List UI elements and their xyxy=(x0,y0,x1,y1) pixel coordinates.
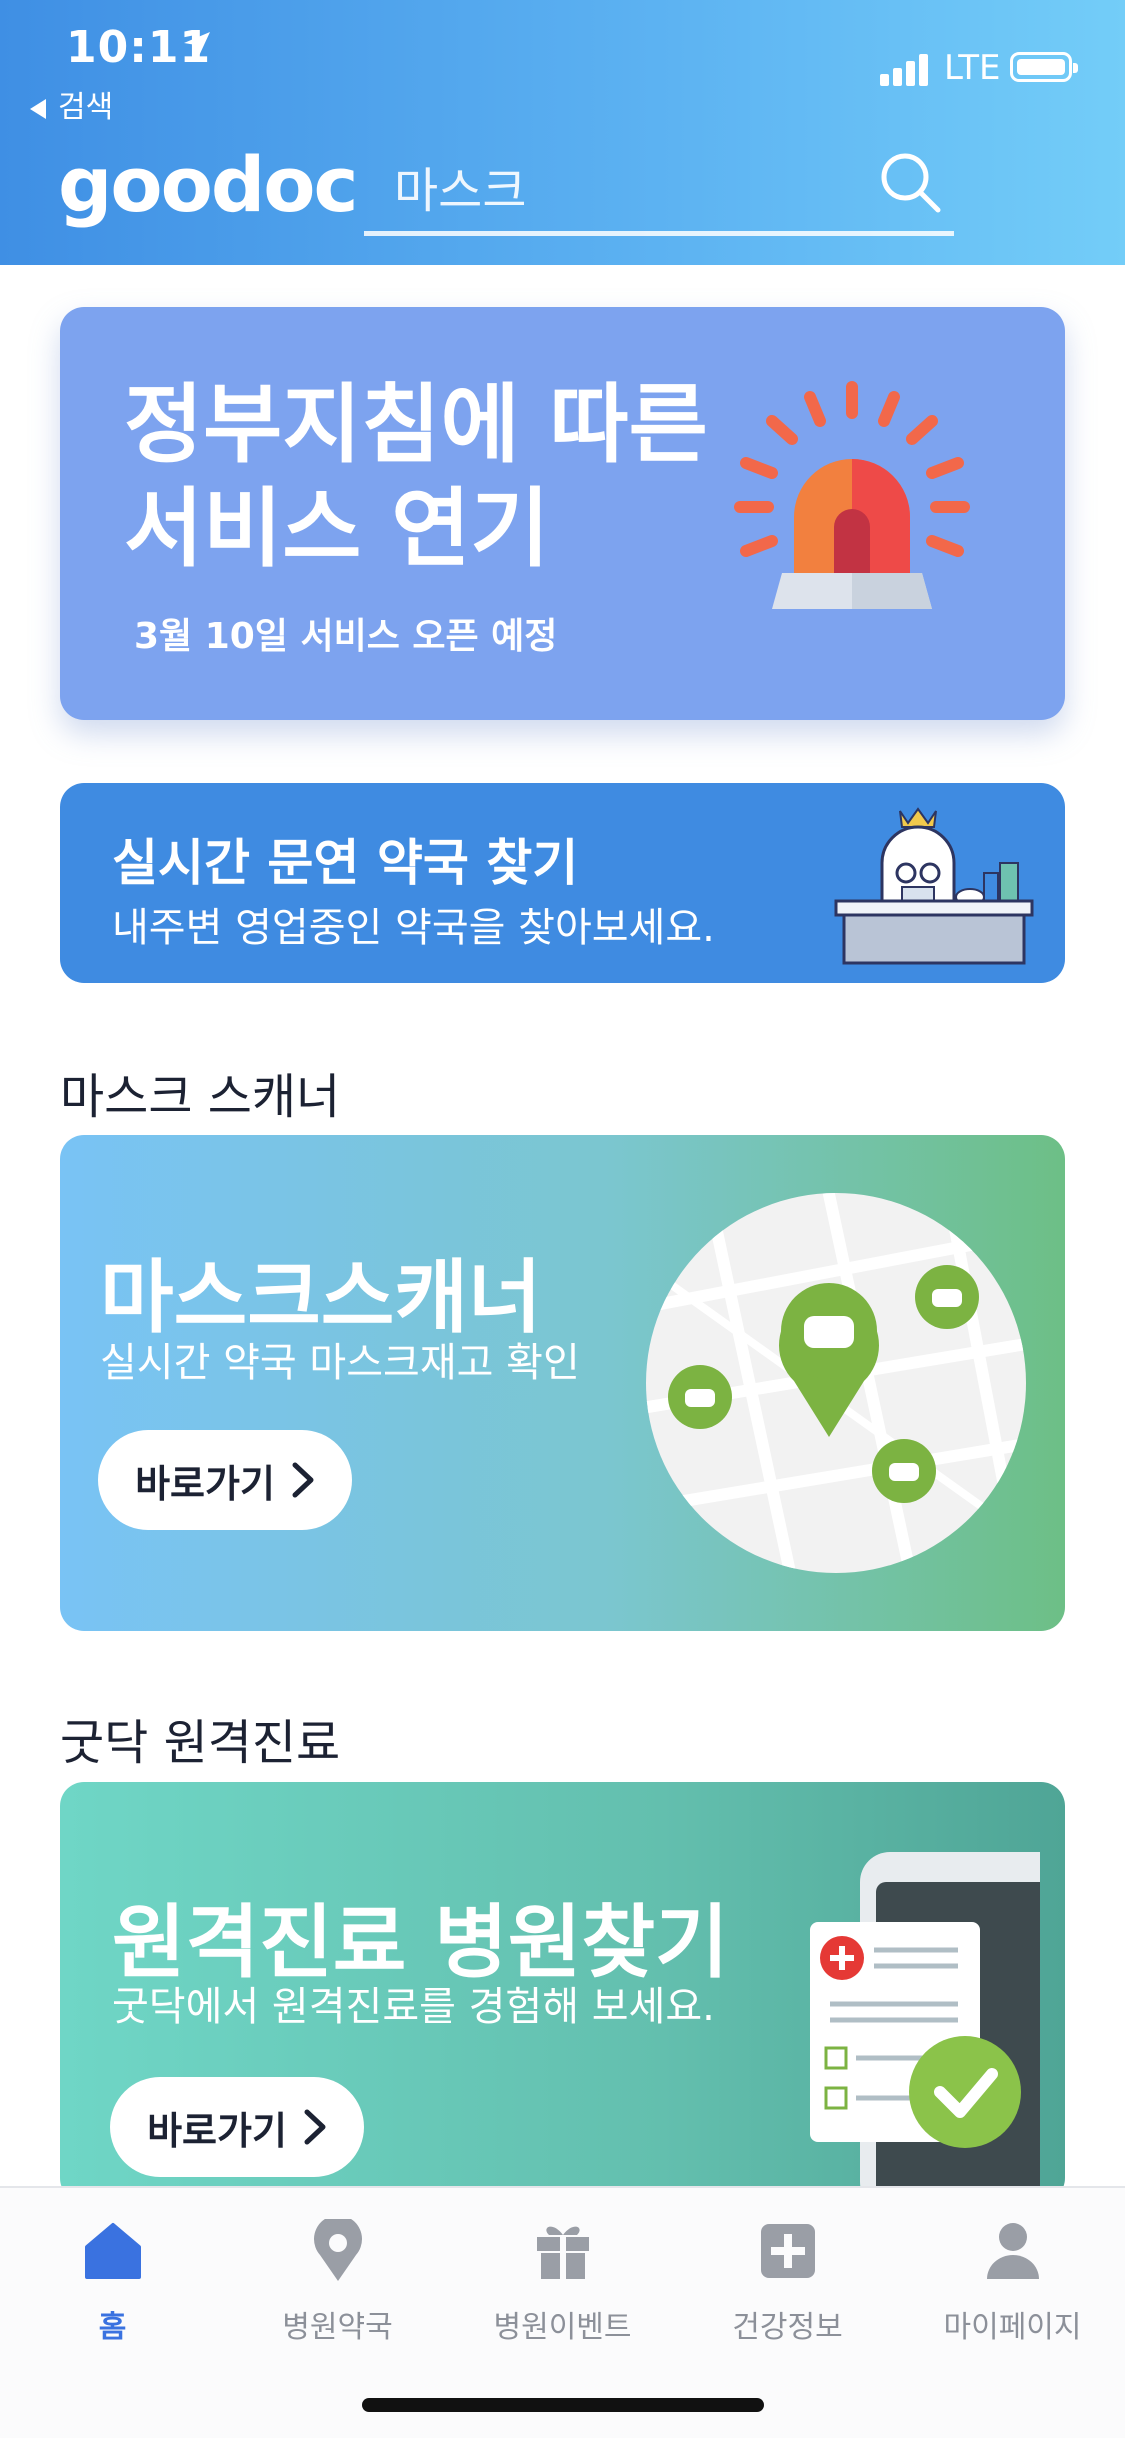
open-pharmacy-banner[interactable]: 실시간 문연 약국 찾기 내주변 영업중인 약국을 찾아보세요. xyxy=(60,783,1065,983)
chevron-right-icon xyxy=(292,1462,314,1498)
remote-care-card[interactable]: 원격진료 병원찾기 굿닥에서 원격진료를 경험해 보세요. 바로가기 xyxy=(60,1782,1065,2202)
tab-my-page[interactable]: 마이페이지 xyxy=(900,2216,1125,2346)
tab-label: 병원이벤트 xyxy=(493,2310,632,2345)
banner-title: 정부지침에 따른 서비스 연기 xyxy=(124,373,708,581)
banner-subtitle: 3월 10일 서비스 오픈 예정 xyxy=(134,616,558,657)
remote-care-go-button[interactable]: 바로가기 xyxy=(110,2077,364,2177)
pharmacy-banner-subtitle: 내주변 영업중인 약국을 찾아보세요. xyxy=(112,905,715,951)
service-delay-banner[interactable]: 정부지침에 따른 서비스 연기 3월 10일 서비스 오픈 예정 xyxy=(60,307,1065,720)
go-button-label: 바로가기 xyxy=(135,1461,275,1506)
pharmacist-illustration xyxy=(834,807,1034,965)
back-label: 검색 xyxy=(58,90,114,125)
battery-icon xyxy=(1010,52,1078,82)
network-type: LTE xyxy=(944,48,1001,88)
tab-label: 홈 xyxy=(98,2310,127,2345)
mask-scanner-card[interactable]: 마스크스캐너 실시간 약국 마스크재고 확인 바로가기 xyxy=(60,1135,1065,1631)
goodoc-logo[interactable]: goodoc xyxy=(58,140,358,229)
medical-cross-icon xyxy=(760,2224,815,2278)
tab-home[interactable]: 홈 xyxy=(0,2216,225,2346)
cellular-signal-icon xyxy=(880,52,936,86)
tab-label: 마이페이지 xyxy=(943,2310,1082,2345)
search-input[interactable] xyxy=(364,150,954,236)
app-header: 10:11 검색 LTE goodoc xyxy=(0,0,1125,265)
pharmacy-map-illustration xyxy=(646,1193,1026,1573)
person-icon xyxy=(986,2223,1039,2279)
remote-section-heading: 굿닥 원격진료 xyxy=(60,1715,341,1771)
pharmacy-banner-title: 실시간 문연 약국 찾기 xyxy=(112,834,579,892)
phone-prescription-illustration xyxy=(810,1852,1040,2202)
chevron-right-icon xyxy=(304,2109,326,2145)
banner-title-line1: 정부지침에 따른 xyxy=(124,375,708,475)
tab-hospital-event[interactable]: 병원이벤트 xyxy=(450,2216,675,2346)
location-arrow-icon xyxy=(184,32,210,58)
back-to-search-link[interactable]: 검색 xyxy=(30,82,113,126)
siren-icon xyxy=(734,381,970,609)
gift-icon xyxy=(536,2226,589,2281)
banner-title-line2: 서비스 연기 xyxy=(124,479,550,579)
mask-scanner-go-button[interactable]: 바로가기 xyxy=(98,1430,352,1530)
home-indicator[interactable] xyxy=(362,2398,764,2412)
remote-care-subtitle: 굿닥에서 원격진료를 경험해 보세요. xyxy=(112,1984,715,2030)
tab-label: 건강정보 xyxy=(732,2310,843,2345)
search-icon[interactable] xyxy=(878,150,944,216)
tab-label: 병원약국 xyxy=(282,2310,393,2345)
mask-section-heading: 마스크 스캐너 xyxy=(60,1069,341,1125)
go-button-label: 바로가기 xyxy=(147,2108,287,2153)
map-pin-icon xyxy=(313,2219,362,2281)
home-icon xyxy=(84,2223,141,2279)
tab-health-info[interactable]: 건강정보 xyxy=(675,2216,900,2346)
mask-scanner-subtitle: 실시간 약국 마스크재고 확인 xyxy=(100,1340,580,1386)
tab-hospital-pharmacy[interactable]: 병원약국 xyxy=(225,2216,450,2346)
back-triangle-icon xyxy=(30,98,46,119)
